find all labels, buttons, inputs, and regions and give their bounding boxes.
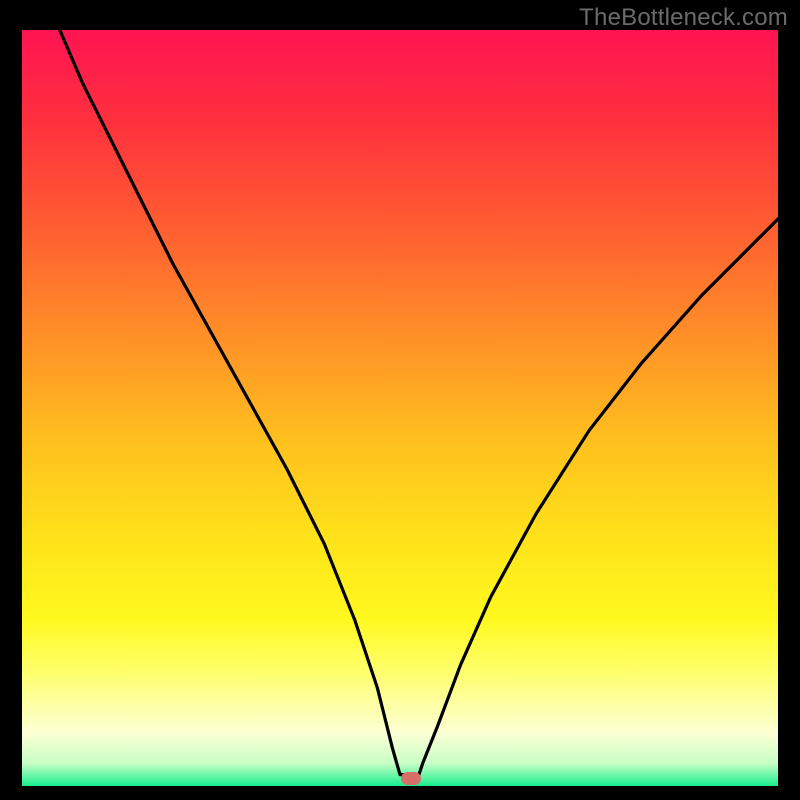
- plot-area: [22, 30, 778, 786]
- watermark-text: TheBottleneck.com: [579, 4, 788, 32]
- chart-frame: TheBottleneck.com: [0, 0, 800, 800]
- optimal-point-marker: [401, 772, 421, 785]
- bottleneck-curve: [22, 30, 778, 786]
